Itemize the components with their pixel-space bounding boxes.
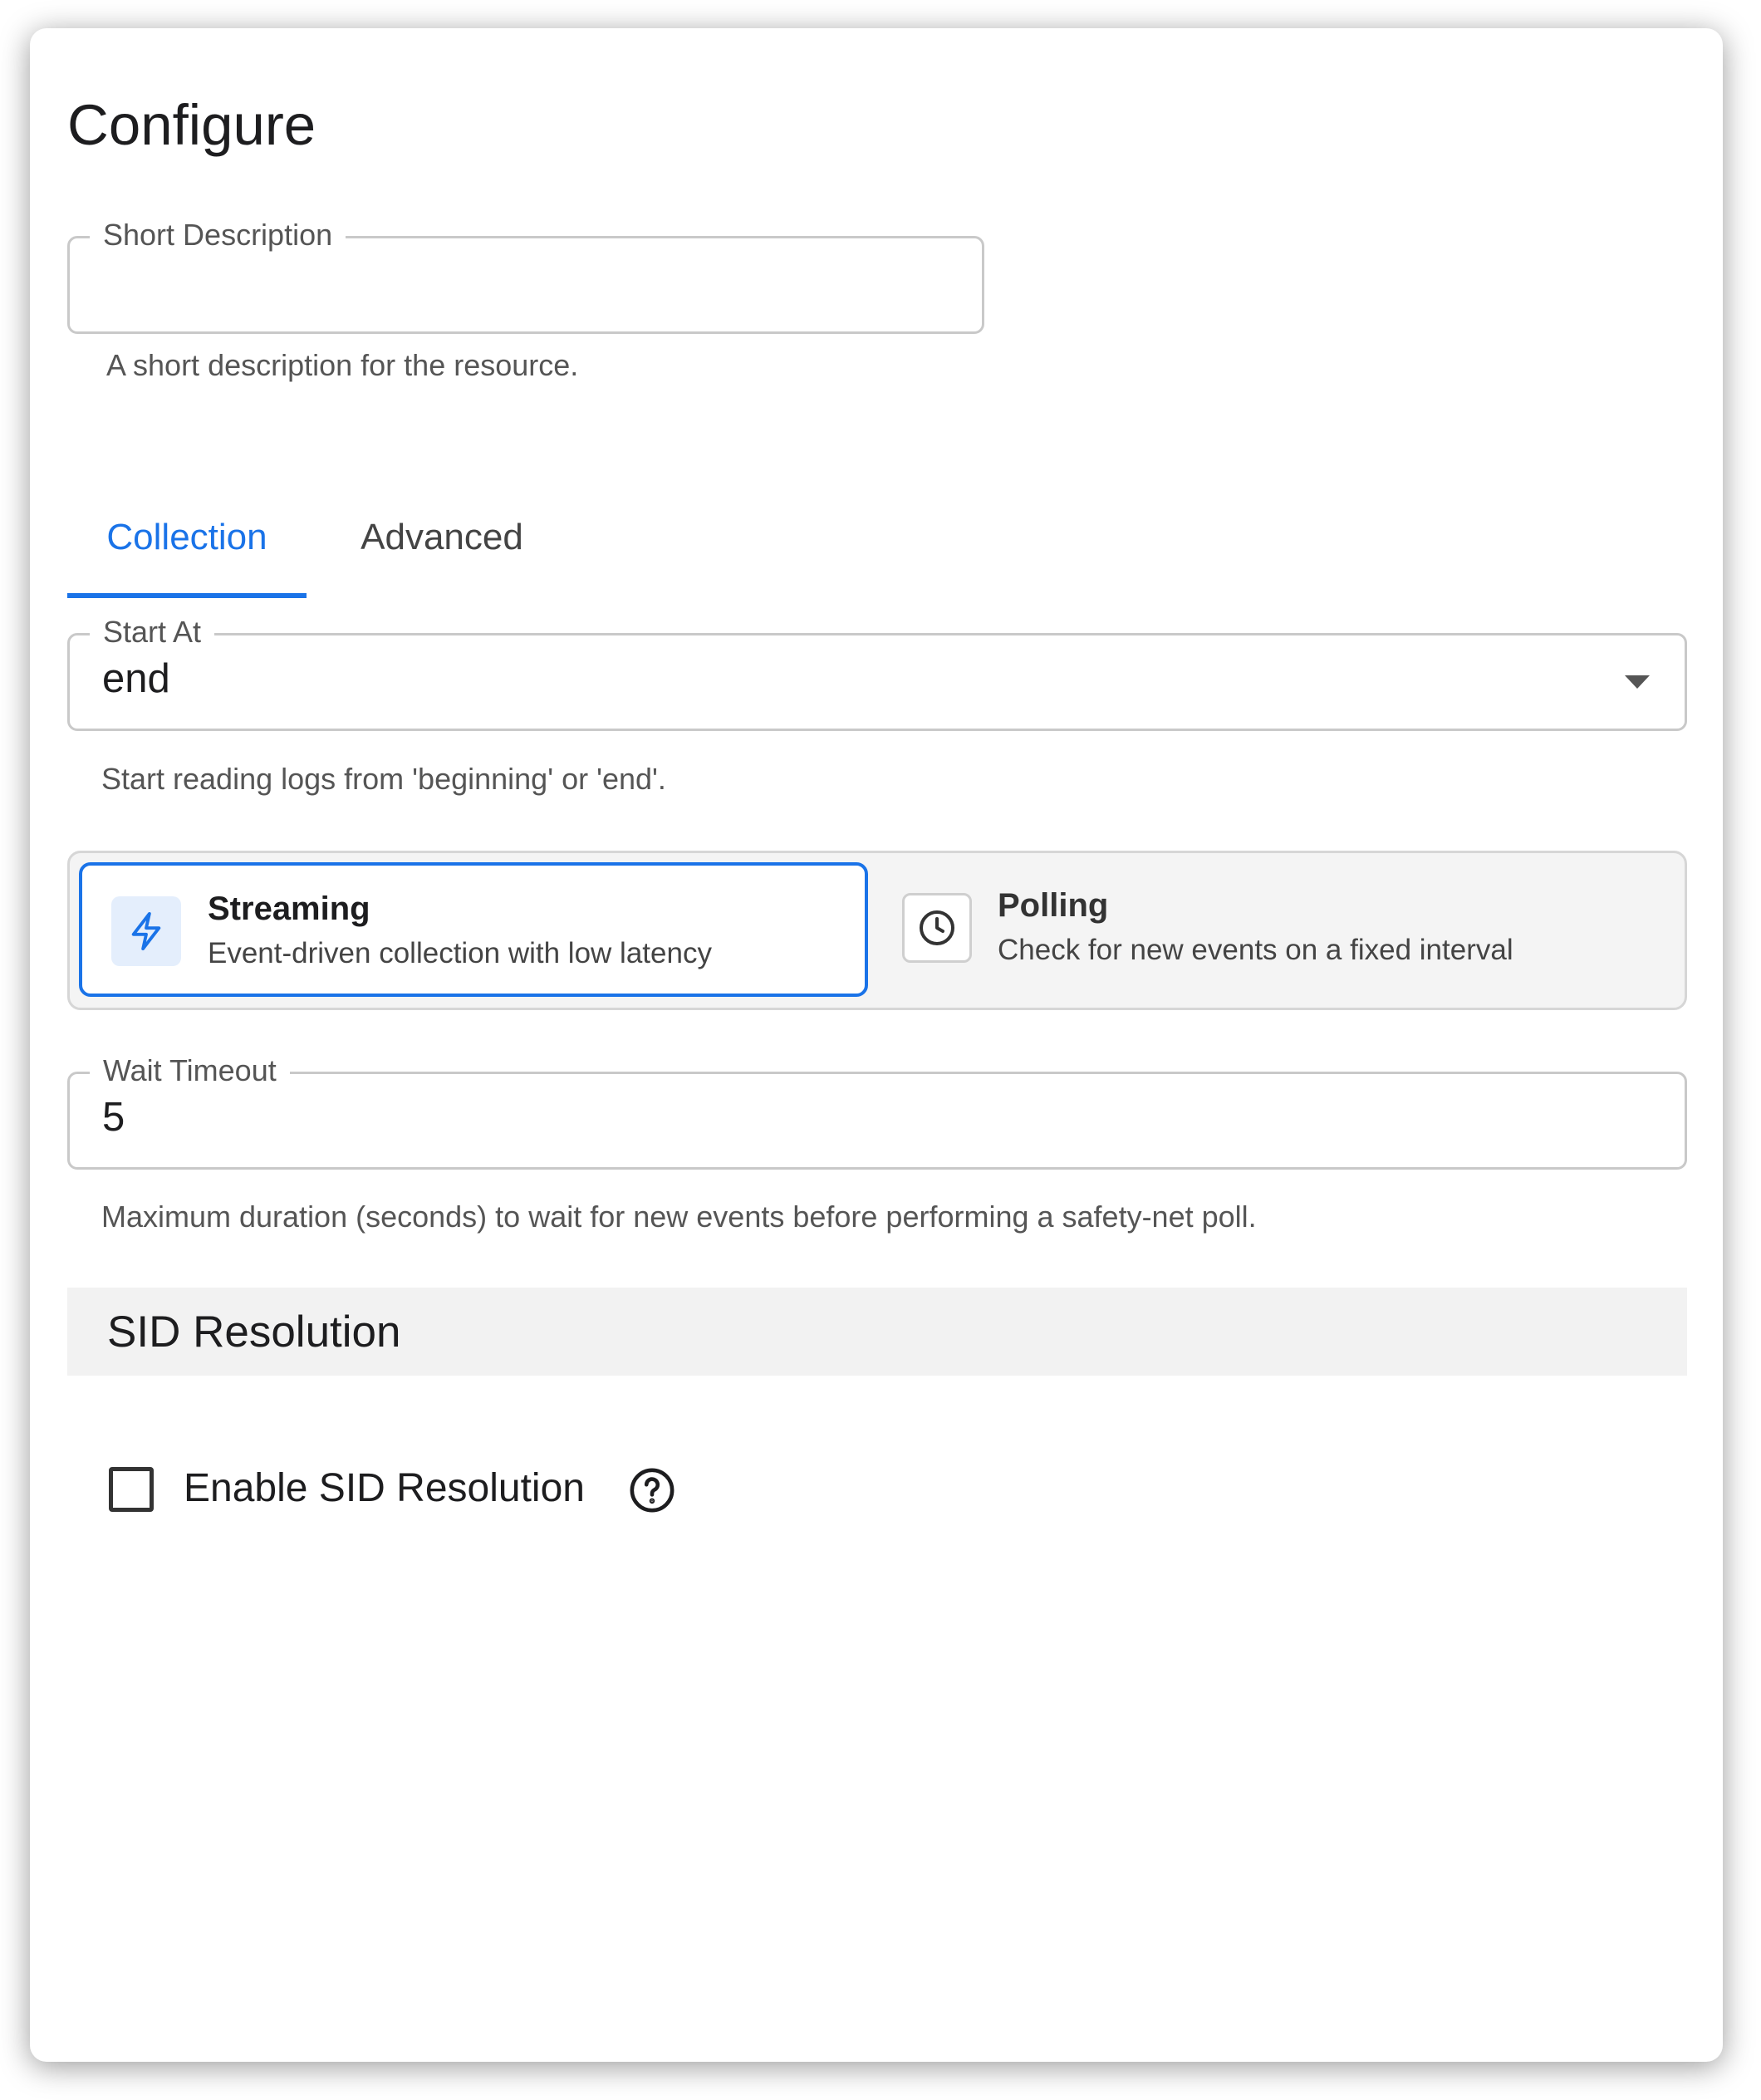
sid-resolution-section-header: SID Resolution bbox=[67, 1288, 1687, 1376]
mode-polling-title: Polling bbox=[998, 887, 1109, 924]
short-description-field[interactable]: Short Description bbox=[67, 213, 984, 334]
collection-mode-selector: Streaming Event-driven collection with l… bbox=[67, 851, 1687, 1010]
wait-timeout-field[interactable]: Wait Timeout bbox=[67, 1049, 1687, 1170]
short-description-helper: A short description for the resource. bbox=[106, 348, 579, 382]
start-at-label: Start At bbox=[90, 611, 215, 654]
mode-option-streaming[interactable]: Streaming Event-driven collection with l… bbox=[79, 862, 868, 997]
wait-timeout-helper: Maximum duration (seconds) to wait for n… bbox=[101, 1200, 1257, 1234]
help-circle-icon[interactable] bbox=[628, 1466, 676, 1514]
wait-timeout-input[interactable] bbox=[102, 1092, 1597, 1143]
clock-icon bbox=[902, 893, 972, 963]
mode-streaming-description: Event-driven collection with low latency bbox=[208, 937, 712, 969]
tab-advanced[interactable]: Advanced bbox=[321, 477, 563, 598]
page-title: Configure bbox=[67, 93, 316, 157]
start-at-select[interactable]: Start At end bbox=[67, 611, 1687, 731]
enable-sid-resolution-checkbox[interactable] bbox=[109, 1467, 154, 1512]
start-at-value: end bbox=[102, 656, 170, 701]
mode-option-polling[interactable]: Polling Check for new events on a fixed … bbox=[883, 862, 1672, 997]
enable-sid-resolution-label[interactable]: Enable SID Resolution bbox=[184, 1469, 585, 1509]
mode-streaming-title: Streaming bbox=[208, 891, 370, 927]
wait-timeout-label: Wait Timeout bbox=[90, 1049, 290, 1092]
start-at-helper: Start reading logs from 'beginning' or '… bbox=[101, 762, 666, 796]
short-description-input[interactable] bbox=[102, 256, 933, 307]
mode-polling-description: Check for new events on a fixed interval bbox=[998, 934, 1513, 966]
section-title: SID Resolution bbox=[107, 1308, 401, 1357]
short-description-label: Short Description bbox=[90, 213, 346, 257]
dropdown-caret-icon[interactable] bbox=[1625, 675, 1650, 690]
lightning-icon bbox=[111, 896, 181, 966]
tab-collection[interactable]: Collection bbox=[67, 477, 307, 598]
configure-panel: Configure Short Description A short desc… bbox=[30, 28, 1723, 2062]
